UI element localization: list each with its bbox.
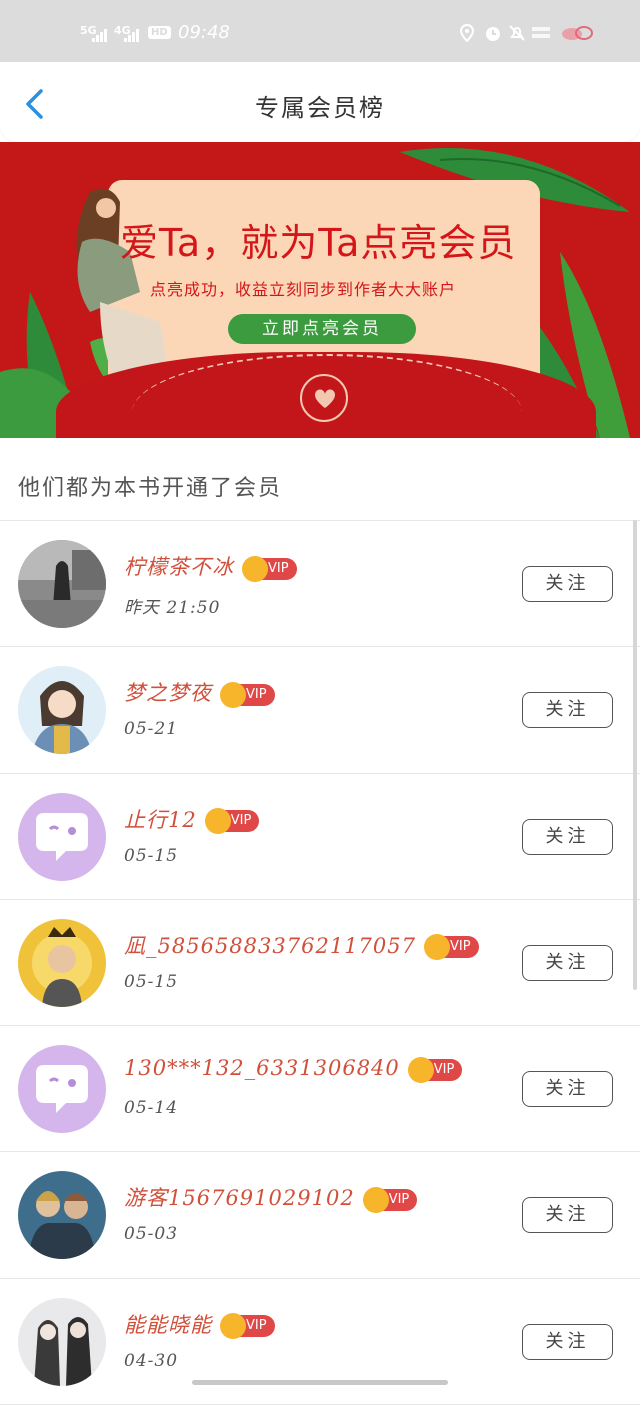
- member-date: 04-30: [124, 1350, 179, 1371]
- follow-button[interactable]: 关注: [522, 944, 613, 981]
- vip-badge: VIP: [407, 1056, 463, 1083]
- list-item[interactable]: 能能晓能 VIP 04-30 关注: [0, 1279, 640, 1405]
- crown-icon: [424, 934, 450, 961]
- list-item[interactable]: 止行12 VIP 05-15 关注: [0, 774, 640, 900]
- vip-badge: VIP: [204, 808, 260, 835]
- list-item[interactable]: 130***132_6331306840 VIP 05-14 关注: [0, 1026, 640, 1153]
- location-icon: [459, 24, 475, 42]
- hd-badge: HD: [148, 26, 171, 39]
- battery-icon: [562, 26, 593, 40]
- avatar[interactable]: [18, 1171, 106, 1260]
- default-avatar-icon[interactable]: [18, 792, 106, 881]
- member-date: 05-14: [124, 1098, 179, 1119]
- crown-icon: [362, 1186, 389, 1213]
- scrollbar[interactable]: [633, 520, 637, 990]
- light-up-vip-button[interactable]: 立即点亮会员: [228, 314, 416, 344]
- avatar[interactable]: [18, 918, 106, 1007]
- status-time: 09:48: [178, 22, 230, 43]
- member-date: 昨天 21:50: [124, 598, 221, 618]
- member-date: 05-21: [124, 719, 179, 740]
- page-title: 专属会员榜: [255, 94, 385, 122]
- banner-subline: 点亮成功，收益立刻同步到作者大大账户: [150, 280, 457, 299]
- crown-icon: [407, 1056, 434, 1083]
- avatar[interactable]: [18, 666, 106, 755]
- member-name: 梦之梦夜 VIP: [124, 677, 275, 708]
- network-speed-icon: [532, 27, 550, 38]
- list-item[interactable]: 游客1567691029102 VIP 05-03 关注: [0, 1152, 640, 1279]
- crown-icon: [220, 1313, 246, 1340]
- crown-icon: [220, 681, 246, 708]
- follow-button[interactable]: 关注: [522, 566, 613, 602]
- vip-badge: VIP: [424, 934, 479, 961]
- banner-headline: 爱Ta，就为Ta点亮会员: [120, 221, 517, 265]
- list-item[interactable]: 柠檬茶不冰 VIP 昨天 21:50 关注: [0, 521, 640, 648]
- member-name: 130***132_6331306840 VIP: [124, 1056, 463, 1083]
- section-title: 他们都为本书开通了会员: [18, 476, 283, 501]
- member-name: 止行12 VIP: [124, 804, 260, 835]
- list-item[interactable]: 梦之梦夜 VIP 05-21 关注: [0, 647, 640, 774]
- member-name: 凪_5856588337621​17057 VIP: [124, 930, 479, 961]
- alarm-icon: [486, 27, 500, 41]
- heart-seal-icon: [300, 374, 348, 422]
- follow-button[interactable]: 关注: [522, 1071, 613, 1108]
- avatar[interactable]: [18, 1297, 106, 1386]
- follow-button[interactable]: 关注: [522, 1323, 613, 1360]
- home-indicator[interactable]: [192, 1380, 448, 1385]
- default-avatar-icon[interactable]: [18, 1045, 106, 1134]
- vip-badge: VIP: [220, 1313, 275, 1340]
- vip-badge: VIP: [242, 555, 297, 582]
- member-date: 05-03: [124, 1224, 179, 1245]
- follow-button[interactable]: 关注: [522, 818, 613, 855]
- status-bar: 5G 4G HD 09:48: [0, 0, 640, 62]
- crown-icon: [204, 808, 231, 835]
- member-name: 游客1567691029102 VIP: [124, 1182, 418, 1213]
- member-name: 能能晓能 VIP: [124, 1309, 275, 1340]
- list-item[interactable]: 凪_5856588337621​17057 VIP 05-15 关注: [0, 900, 640, 1027]
- avatar[interactable]: [18, 540, 106, 628]
- signal-bars-icon: [124, 24, 144, 42]
- vip-badge: VIP: [362, 1186, 418, 1213]
- member-list: 柠檬茶不冰 VIP 昨天 21:50 关注 梦之梦夜 VIP 05-21 关注 止行…: [0, 521, 640, 1405]
- signal-bars-icon: [92, 24, 112, 42]
- mute-icon: [509, 25, 525, 41]
- promo-banner[interactable]: 爱Ta，就为Ta点亮会员 点亮成功，收益立刻同步到作者大大账户 立即点亮会员: [0, 142, 640, 438]
- page-header: 专属会员榜: [0, 62, 640, 142]
- member-date: 05-15: [124, 971, 179, 992]
- member-name: 柠檬茶不冰 VIP: [124, 551, 297, 582]
- follow-button[interactable]: 关注: [522, 1197, 613, 1234]
- vip-badge: VIP: [220, 681, 275, 708]
- follow-button[interactable]: 关注: [522, 692, 613, 729]
- crown-icon: [242, 555, 268, 582]
- member-date: 05-15: [124, 845, 179, 866]
